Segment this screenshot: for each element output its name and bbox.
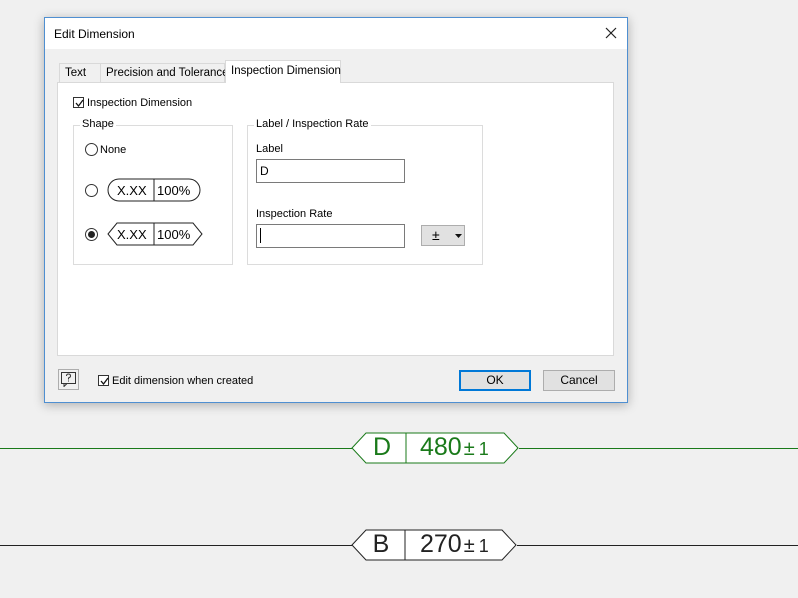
- pointed-shape-text: X.XX: [117, 227, 147, 242]
- dim-b-label: B: [372, 530, 390, 558]
- tab-text[interactable]: Text: [59, 63, 101, 82]
- caret-down-icon: [455, 234, 462, 238]
- dim-d-value: 480 ±1: [420, 433, 489, 462]
- dimension-line-b[interactable]: [0, 545, 352, 546]
- inspection-dimension-checkbox[interactable]: [73, 97, 84, 108]
- dim-d-number: 480: [420, 433, 462, 461]
- label-input[interactable]: D: [256, 159, 405, 183]
- checkmark-icon: [100, 377, 109, 386]
- tab-precision-and-tolerance[interactable]: Precision and Tolerance: [100, 63, 229, 82]
- shape-group-label: Shape: [80, 118, 116, 130]
- text-cursor: [260, 228, 261, 243]
- tolerance-symbol: ±: [432, 227, 440, 243]
- radio-selected-dot: [88, 231, 95, 238]
- dim-b-tol-symbol: ±: [463, 535, 475, 557]
- rounded-shape-text: X.XX: [117, 183, 147, 198]
- close-button[interactable]: [599, 22, 623, 44]
- edit-when-created-label[interactable]: Edit dimension when created: [112, 375, 253, 387]
- cancel-button[interactable]: Cancel: [543, 370, 615, 391]
- tolerance-symbol-dropdown[interactable]: ±: [421, 225, 465, 246]
- dim-b-number: 270: [420, 530, 462, 558]
- dim-d-label: D: [372, 433, 392, 461]
- inspection-rate-caption: Inspection Rate: [256, 208, 333, 220]
- dimension-line-d[interactable]: [0, 448, 352, 449]
- dim-d-tol: 1: [478, 439, 489, 459]
- close-icon: [605, 27, 617, 39]
- label-caption: Label: [256, 143, 283, 155]
- shape-none-radio[interactable]: [85, 143, 98, 156]
- tab-inspection-dimension[interactable]: Inspection Dimension: [225, 60, 341, 83]
- rounded-shape-rate: 100%: [157, 183, 191, 198]
- dim-b-tol: 1: [478, 536, 489, 556]
- inspection-dimension-label[interactable]: Inspection Dimension: [87, 97, 192, 109]
- dialog-title: Edit Dimension: [54, 27, 135, 41]
- dim-b-value: 270 ±1: [420, 530, 489, 559]
- pointed-shape-rate: 100%: [157, 227, 191, 242]
- help-icon: [61, 372, 76, 387]
- label-rate-group-label: Label / Inspection Rate: [254, 118, 371, 130]
- label-rate-group: Label / Inspection Rate Label D Inspecti…: [247, 118, 483, 265]
- dimension-line-b-right[interactable]: [517, 545, 798, 546]
- tab-panel-inspection: Inspection Dimension Shape None X.XX 100…: [57, 82, 614, 356]
- shape-group: Shape None X.XX 100% X.XX 100%: [73, 118, 233, 265]
- checkmark-icon: [75, 99, 84, 108]
- dim-d-tol-symbol: ±: [463, 438, 475, 460]
- edit-dimension-dialog: Edit Dimension Text Precision and Tolera…: [44, 17, 628, 403]
- title-bar[interactable]: Edit Dimension: [45, 18, 627, 49]
- help-button[interactable]: [58, 369, 79, 390]
- edit-when-created-checkbox[interactable]: [98, 375, 109, 386]
- shape-pointed-radio[interactable]: [85, 228, 98, 241]
- dimension-line-d-right[interactable]: [519, 448, 798, 449]
- shape-rounded-radio[interactable]: [85, 184, 98, 197]
- ok-button[interactable]: OK: [459, 370, 531, 391]
- inspection-rate-input[interactable]: [256, 224, 405, 248]
- shape-none-label[interactable]: None: [100, 144, 126, 156]
